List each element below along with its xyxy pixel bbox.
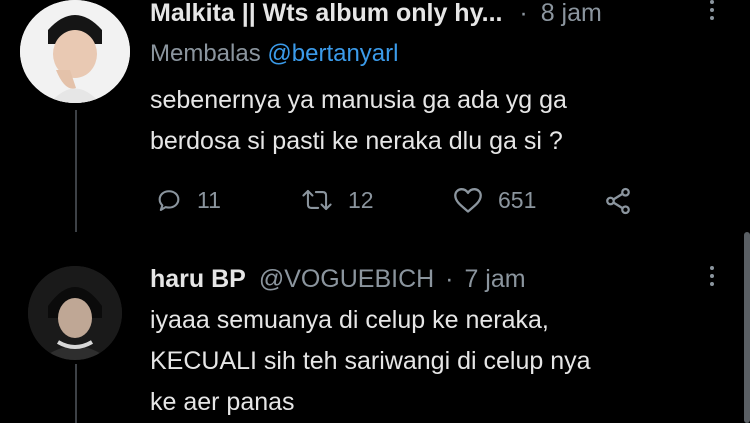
- tweet-text-line: ke aer panas: [150, 388, 295, 416]
- thread-line: [75, 110, 77, 232]
- retweet-icon: [302, 189, 332, 211]
- handle[interactable]: @VOGUEBICH: [259, 265, 434, 293]
- avatar-image: [20, 0, 130, 103]
- mention-link[interactable]: @bertanyarl: [267, 40, 398, 67]
- separator: ·: [445, 265, 454, 293]
- avatar[interactable]: [28, 266, 122, 360]
- more-icon[interactable]: [708, 0, 716, 20]
- separator: ·: [519, 0, 528, 27]
- reply-icon: [158, 190, 180, 211]
- share-icon: [606, 187, 630, 215]
- display-name[interactable]: Malkita || Wts album only hy...: [150, 0, 502, 27]
- tweet-text-line: sebenernya ya manusia ga ada yg ga: [150, 86, 567, 114]
- like-count: 651: [498, 186, 537, 213]
- display-name[interactable]: haru BP: [150, 265, 246, 293]
- tweet-text-line: KECUALI sih teh sariwangi di celup nya: [150, 347, 591, 375]
- reply-context-label: Membalas: [150, 40, 261, 67]
- avatar[interactable]: [20, 0, 130, 103]
- reply-count: 11: [197, 186, 221, 213]
- retweet-button[interactable]: 12: [300, 186, 374, 214]
- tweet-text-line: iyaaa semuanya di celup ke neraka,: [150, 306, 549, 334]
- tweet-text: iyaaa semuanya di celup ke neraka, KECUA…: [150, 300, 591, 423]
- tweet-1[interactable]: Malkita || Wts album only hy... · 8 jam …: [0, 0, 750, 232]
- tweet-text-line: berdosa si pasti ke neraka dlu ga si ?: [150, 127, 563, 155]
- timestamp[interactable]: 8 jam: [541, 0, 602, 27]
- timestamp[interactable]: 7 jam: [464, 265, 525, 293]
- tweet-text: sebenernya ya manusia ga ada yg ga berdo…: [150, 80, 567, 162]
- more-icon[interactable]: [708, 266, 716, 286]
- like-button[interactable]: 651: [452, 186, 536, 214]
- reply-button[interactable]: 11: [155, 186, 221, 214]
- scrollbar[interactable]: [744, 232, 750, 423]
- avatar-image: [28, 266, 122, 360]
- like-icon: [454, 188, 482, 213]
- share-button[interactable]: [603, 186, 633, 216]
- retweet-count: 12: [348, 186, 374, 213]
- tweet-2[interactable]: haru BP @VOGUEBICH · 7 jam iyaaa semuany…: [0, 232, 750, 423]
- thread-line: [75, 364, 77, 423]
